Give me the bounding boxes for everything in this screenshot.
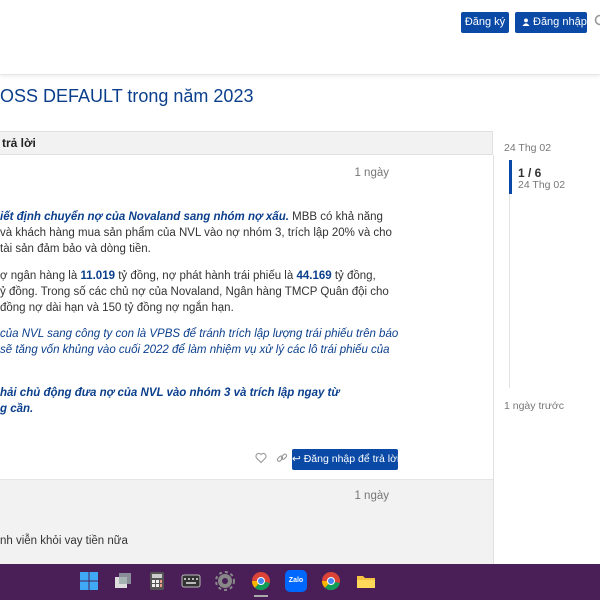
text: tỷ đồng, xyxy=(331,270,376,282)
chrome-icon[interactable] xyxy=(320,570,342,592)
text: ợ ngân hàng là xyxy=(0,270,81,282)
post-paragraph-line: sẽ tăng vốn khủng vào cuối 2022 để làm n… xyxy=(0,342,410,359)
reply-arrow-icon: ↩ xyxy=(292,453,304,465)
windows-taskbar: Zalo xyxy=(0,564,600,600)
post-paragraph-line: nh viễn khỏi vay tiền nữa xyxy=(0,535,128,547)
text: MBB có khả năng xyxy=(288,211,383,223)
heart-icon[interactable] xyxy=(255,452,267,464)
link-icon[interactable] xyxy=(276,452,288,464)
post-paragraph-line: hải chủ động đưa nợ của NVL vào nhóm 3 v… xyxy=(0,385,410,402)
post-paragraph-line: iết định chuyển nợ của Novaland sang nhó… xyxy=(0,209,410,226)
text: tỷ đồng, nợ phát hành trái phiếu là xyxy=(115,270,297,282)
reply-count-bar: trả lời xyxy=(0,131,493,155)
timeline-end-label[interactable]: 1 ngày trước xyxy=(504,400,564,412)
post-2: 1 ngày nh viễn khỏi vay tiền nữa xyxy=(0,479,494,565)
timeline-start-date[interactable]: 24 Thg 02 xyxy=(504,142,551,154)
login-label: Đăng nhập xyxy=(533,16,587,28)
post-1: 1 ngày iết định chuyển nợ của Novaland s… xyxy=(0,155,494,479)
post-paragraph-line: g cần. xyxy=(0,401,410,418)
reply-button-label: Đăng nhập để trả lời xyxy=(303,453,400,465)
timeline-current-date: 24 Thg 02 xyxy=(518,179,566,191)
post-paragraph-line: ợ ngân hàng là 11.019 tỷ đồng, nợ phát h… xyxy=(0,268,410,285)
value-bank-debt: 11.019 xyxy=(80,270,115,282)
active-indicator xyxy=(254,595,268,597)
site-header: Đăng ký Đăng nhập xyxy=(0,0,600,75)
task-view-icon[interactable] xyxy=(112,570,134,592)
italic-text: của NVL sang công ty con là VPBS để trán… xyxy=(0,328,399,340)
user-icon xyxy=(522,18,530,26)
post-paragraph-line: ỷ đồng. Trong số các chủ nợ của Novaland… xyxy=(0,286,389,298)
topic-title[interactable]: OSS DEFAULT trong năm 2023 xyxy=(0,86,253,107)
timeline-position: 1 / 6 xyxy=(518,166,542,180)
post-paragraph-line: của NVL sang công ty con là VPBS để trán… xyxy=(0,326,410,343)
post-paragraph-line: đồng nợ dài hạn và 150 tỷ đồng nợ ngắn h… xyxy=(0,302,234,314)
signup-button[interactable]: Đăng ký xyxy=(461,12,509,33)
timeline-track[interactable] xyxy=(509,160,510,388)
post-paragraph-line: và khách hàng mua sản phẩm của NVL vào n… xyxy=(0,227,392,239)
windows-start-icon[interactable] xyxy=(78,570,100,592)
replies-label: trả lời xyxy=(2,136,36,150)
chrome-icon[interactable] xyxy=(250,570,272,592)
login-to-reply-button[interactable]: ↩ Đăng nhập để trả lời xyxy=(292,449,400,470)
post-age[interactable]: 1 ngày xyxy=(354,490,389,502)
login-button[interactable]: Đăng nhập xyxy=(515,12,587,33)
emphasis-text: g cần. xyxy=(0,403,34,415)
zalo-icon[interactable]: Zalo xyxy=(285,570,307,592)
calculator-icon[interactable] xyxy=(146,570,168,592)
value-bond-debt: 44.169 xyxy=(296,270,332,282)
file-explorer-icon[interactable] xyxy=(355,570,377,592)
italic-text: sẽ tăng vốn khủng vào cuối 2022 để làm n… xyxy=(0,344,390,356)
timeline-handle[interactable] xyxy=(509,160,512,194)
emphasis-text: hải chủ động đưa nợ của NVL vào nhóm 3 v… xyxy=(0,387,340,399)
zalo-label: Zalo xyxy=(288,577,304,584)
post-paragraph-line: tài sản đảm bảo và dòng tiền. xyxy=(0,243,151,255)
emphasis-text: iết định chuyển nợ của Novaland sang nhó… xyxy=(0,211,289,223)
keyboard-icon[interactable] xyxy=(180,570,202,592)
settings-icon[interactable] xyxy=(214,570,236,592)
search-icon[interactable] xyxy=(594,14,600,28)
post-age[interactable]: 1 ngày xyxy=(354,167,389,179)
